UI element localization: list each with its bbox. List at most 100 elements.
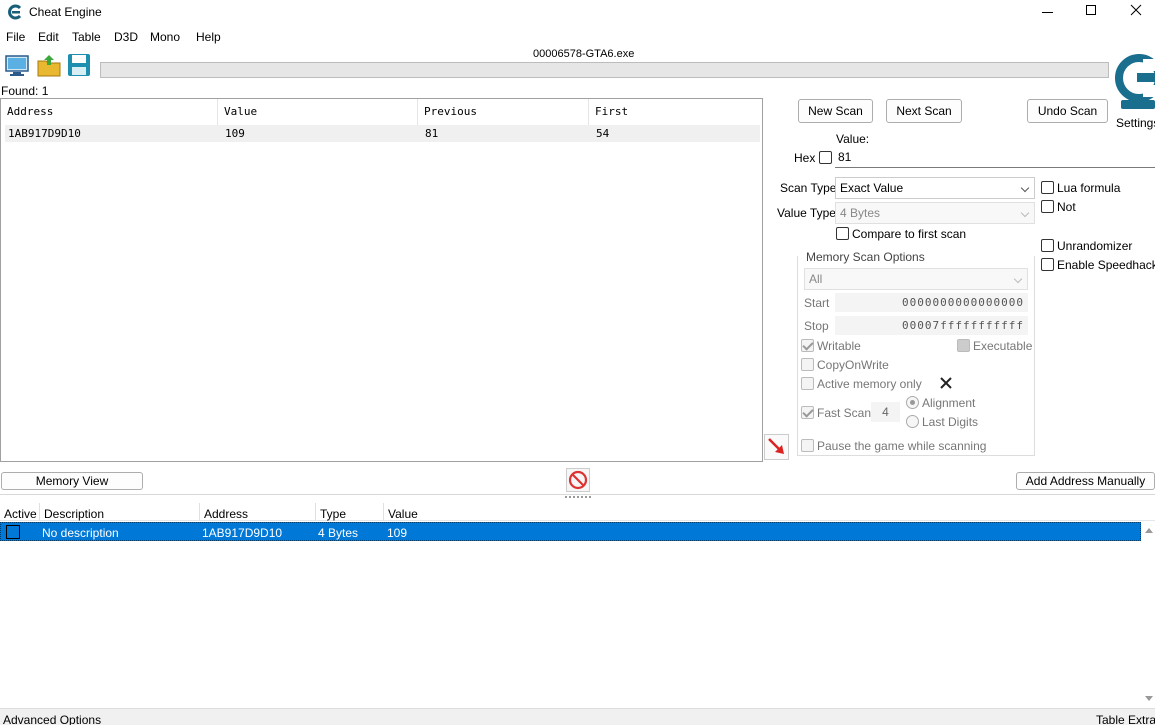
cheat-engine-logo-icon[interactable] [1113, 45, 1155, 115]
app-icon [7, 4, 23, 20]
col-sep-4 [383, 503, 384, 521]
row-previous: 81 [425, 127, 439, 140]
footer: Advanced Options Table Extras [0, 708, 1155, 725]
col-address[interactable]: Address [204, 507, 248, 521]
found-count: Found: 1 [1, 84, 49, 98]
chevron-down-icon [1020, 208, 1030, 218]
address-table-header: Active Description Address Type Value [0, 503, 1155, 521]
stop-icon[interactable] [566, 468, 590, 492]
lua-formula-label: Lua formula [1057, 181, 1121, 195]
fast-scan-input[interactable]: 4 [871, 402, 900, 422]
new-scan-button[interactable]: New Scan [798, 99, 873, 123]
col-address[interactable]: Address [1, 99, 218, 125]
unrandomizer-label: Unrandomizer [1057, 239, 1133, 253]
start-input[interactable]: 0000000000000000 [835, 293, 1028, 312]
speedhack-checkbox[interactable] [1041, 258, 1054, 271]
alignment-radio[interactable] [906, 396, 919, 409]
value-input-text: 81 [838, 150, 852, 164]
add-to-list-button[interactable] [764, 434, 789, 460]
splitter-handle[interactable] [565, 496, 591, 499]
pause-game-checkbox[interactable] [801, 439, 814, 452]
compare-first-label: Compare to first scan [852, 227, 967, 241]
memory-view-button[interactable]: Memory View [1, 472, 143, 490]
unrandomizer-checkbox[interactable] [1041, 239, 1054, 252]
compare-first-checkbox[interactable] [836, 227, 849, 240]
last-digits-radio[interactable] [906, 415, 919, 428]
col-value[interactable]: Value [388, 507, 418, 521]
save-icon[interactable] [66, 52, 92, 78]
row-first: 54 [596, 127, 610, 140]
executable-checkbox[interactable] [957, 339, 970, 352]
open-file-icon[interactable] [36, 52, 62, 78]
fast-scan-checkbox[interactable] [801, 406, 814, 419]
last-digits-label: Last Digits [922, 415, 979, 429]
active-checkbox[interactable] [6, 525, 20, 539]
active-memory-label: Active memory only [817, 377, 922, 391]
region-select[interactable]: All [804, 268, 1028, 290]
undo-scan-button[interactable]: Undo Scan [1027, 99, 1108, 123]
chevron-down-icon [1013, 274, 1023, 284]
value-type-label: Value Type [777, 206, 836, 220]
start-label: Start [804, 296, 830, 310]
stop-label: Stop [804, 319, 829, 333]
menu-d3d[interactable]: D3D [114, 30, 138, 44]
col-active[interactable]: Active [4, 507, 37, 521]
row-address: 1AB917D9D10 [202, 526, 283, 540]
clear-icon[interactable] [940, 377, 952, 389]
fast-scan-label: Fast Scan [817, 406, 872, 420]
executable-label: Executable [973, 339, 1033, 353]
row-description: No description [42, 526, 119, 540]
minimize-icon[interactable] [1042, 12, 1053, 13]
vertical-scrollbar[interactable] [1142, 522, 1155, 708]
col-description[interactable]: Description [44, 507, 104, 521]
address-table[interactable]: Active Description Address Type Value No… [0, 503, 1155, 708]
table-row[interactable]: No description 1AB917D9D10 4 Bytes 109 [0, 522, 1141, 541]
row-type: 4 Bytes [318, 526, 359, 540]
table-row[interactable]: 1AB917D9D10 109 81 54 [5, 125, 760, 142]
col-previous[interactable]: Previous [418, 99, 589, 125]
value-label: Value: [836, 132, 870, 146]
table-extras-link[interactable]: Table Extras [1096, 713, 1155, 725]
value-input[interactable]: 81 [835, 147, 1155, 168]
advanced-options-link[interactable]: Advanced Options [3, 713, 101, 725]
not-label: Not [1057, 200, 1076, 214]
lua-formula-checkbox[interactable] [1041, 181, 1054, 194]
col-sep-3 [315, 503, 316, 521]
active-memory-checkbox[interactable] [801, 377, 814, 390]
title-bar: Cheat Engine [0, 0, 1155, 27]
stop-input[interactable]: 00007fffffffffff [835, 316, 1028, 335]
col-first[interactable]: First [589, 99, 762, 125]
scan-type-value: Exact Value [840, 181, 904, 195]
menu-help[interactable]: Help [196, 30, 221, 44]
results-list[interactable]: Address Value Previous First 1AB917D9D10… [0, 98, 763, 462]
col-type[interactable]: Type [320, 507, 346, 521]
scroll-down-icon[interactable] [1145, 696, 1153, 701]
menu-file[interactable]: File [6, 30, 25, 44]
hex-label: Hex [794, 151, 816, 165]
hex-checkbox[interactable] [819, 151, 832, 164]
scroll-up-icon[interactable] [1145, 528, 1153, 533]
value-type-select[interactable]: 4 Bytes [835, 202, 1035, 224]
progress-bar [100, 62, 1109, 78]
menu-mono[interactable]: Mono [150, 30, 180, 44]
not-checkbox[interactable] [1041, 200, 1054, 213]
col-value[interactable]: Value [218, 99, 418, 125]
alignment-label: Alignment [922, 396, 976, 410]
settings-label[interactable]: Settings [1116, 116, 1155, 130]
menu-edit[interactable]: Edit [38, 30, 59, 44]
add-address-manually-button[interactable]: Add Address Manually [1016, 472, 1155, 490]
writable-checkbox[interactable] [801, 339, 814, 352]
menu-table[interactable]: Table [72, 30, 101, 44]
maximize-icon[interactable] [1086, 5, 1096, 15]
copy-on-write-checkbox[interactable] [801, 358, 814, 371]
col-sep-2 [199, 503, 200, 521]
open-process-icon[interactable] [4, 53, 30, 79]
value-type-value: 4 Bytes [840, 206, 881, 220]
row-value: 109 [225, 127, 245, 140]
red-arrow-icon [767, 437, 787, 457]
next-scan-button[interactable]: Next Scan [886, 99, 962, 123]
scan-type-label: Scan Type [780, 181, 837, 195]
close-icon[interactable] [1129, 3, 1143, 17]
scan-type-select[interactable]: Exact Value [835, 177, 1035, 199]
writable-label: Writable [817, 339, 861, 353]
